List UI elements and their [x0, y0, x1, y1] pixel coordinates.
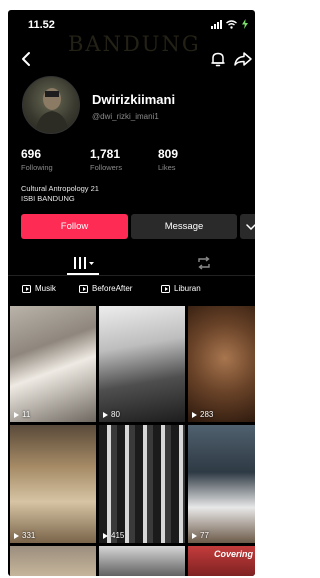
stat-value: 696 — [21, 147, 42, 161]
video-grid: 11 80 283 331 415 77 Covering — [8, 306, 255, 576]
display-name: Dwirizkiimani — [92, 92, 176, 107]
thumbnail-caption: Covering — [213, 549, 253, 559]
playlist-chip[interactable]: BeforeAfter — [79, 284, 132, 293]
playlist-row: Musik BeforeAfter Liburan — [8, 282, 255, 300]
stat-following[interactable]: 696 Following — [21, 147, 53, 172]
back-arrow-icon[interactable] — [18, 50, 36, 68]
status-icons — [211, 19, 249, 29]
tab-videos[interactable] — [64, 252, 104, 274]
profile-tabs — [8, 248, 255, 276]
video-thumbnail[interactable]: 77 — [188, 425, 255, 543]
video-thumbnail[interactable]: 283 — [188, 306, 255, 422]
battery-icon — [242, 19, 248, 29]
video-thumbnail[interactable]: Covering — [188, 546, 255, 576]
playlist-icon — [161, 284, 170, 293]
stat-value: 1,781 — [90, 147, 121, 161]
signal-icon — [211, 19, 222, 29]
view-count: 80 — [103, 410, 120, 419]
play-icon — [14, 532, 19, 539]
playlist-icon — [79, 284, 88, 293]
chevron-down-icon — [246, 223, 255, 230]
avatar-photo — [35, 88, 69, 133]
playlist-chip[interactable]: Liburan — [161, 284, 201, 293]
playlist-label: Musik — [35, 284, 56, 293]
video-thumbnail[interactable]: 415 — [99, 425, 185, 543]
wifi-icon — [226, 19, 237, 29]
share-icon[interactable] — [233, 50, 253, 68]
play-icon — [103, 411, 108, 418]
view-count: 11 — [14, 410, 30, 419]
more-options-button[interactable] — [240, 214, 255, 239]
stat-followers[interactable]: 1,781 Followers — [90, 147, 122, 172]
play-icon — [192, 411, 197, 418]
stat-likes[interactable]: 809 Likes — [158, 147, 178, 172]
stat-label: Likes — [158, 163, 176, 172]
avatar[interactable] — [22, 76, 80, 134]
stat-label: Following — [21, 163, 53, 172]
message-button[interactable]: Message — [131, 214, 237, 239]
video-thumbnail[interactable]: 11 — [10, 306, 96, 422]
bio-line: Cultural Antropology 21 — [21, 184, 99, 193]
view-count: 283 — [192, 410, 213, 419]
view-count: 77 — [192, 531, 209, 540]
play-icon — [103, 532, 108, 539]
repost-icon — [198, 256, 210, 270]
follow-button[interactable]: Follow — [21, 214, 128, 239]
bell-icon[interactable] — [209, 50, 227, 68]
bio: Cultural Antropology 21 ISBI BANDUNG — [21, 184, 99, 204]
playlist-label: Liburan — [174, 284, 201, 293]
play-icon — [192, 532, 197, 539]
tab-reposts[interactable] — [184, 252, 224, 274]
username: @dwi_rizki_imani1 — [92, 112, 159, 121]
video-thumbnail[interactable]: 331 — [10, 425, 96, 543]
stat-value: 809 — [158, 147, 179, 161]
video-thumbnail[interactable]: 80 — [99, 306, 185, 422]
bio-line: ISBI BANDUNG — [21, 194, 75, 203]
playlist-label: BeforeAfter — [92, 284, 133, 293]
profile-screen: 11.52 BANDUNG Dwirizkiimani @dwi_rizki_i… — [8, 10, 255, 576]
grid-icon — [74, 257, 94, 269]
playlist-icon — [22, 284, 31, 293]
top-navigation — [8, 46, 255, 72]
profile-stats: 696 Following 1,781 Followers 809 Likes — [21, 147, 221, 181]
video-thumbnail[interactable] — [10, 546, 96, 576]
video-thumbnail[interactable] — [99, 546, 185, 576]
view-count: 415 — [103, 531, 124, 540]
playlist-chip[interactable]: Musik — [22, 284, 56, 293]
divider — [8, 275, 255, 276]
stat-label: Followers — [90, 163, 123, 172]
play-icon — [14, 411, 19, 418]
status-time: 11.52 — [28, 19, 55, 31]
view-count: 331 — [14, 531, 35, 540]
